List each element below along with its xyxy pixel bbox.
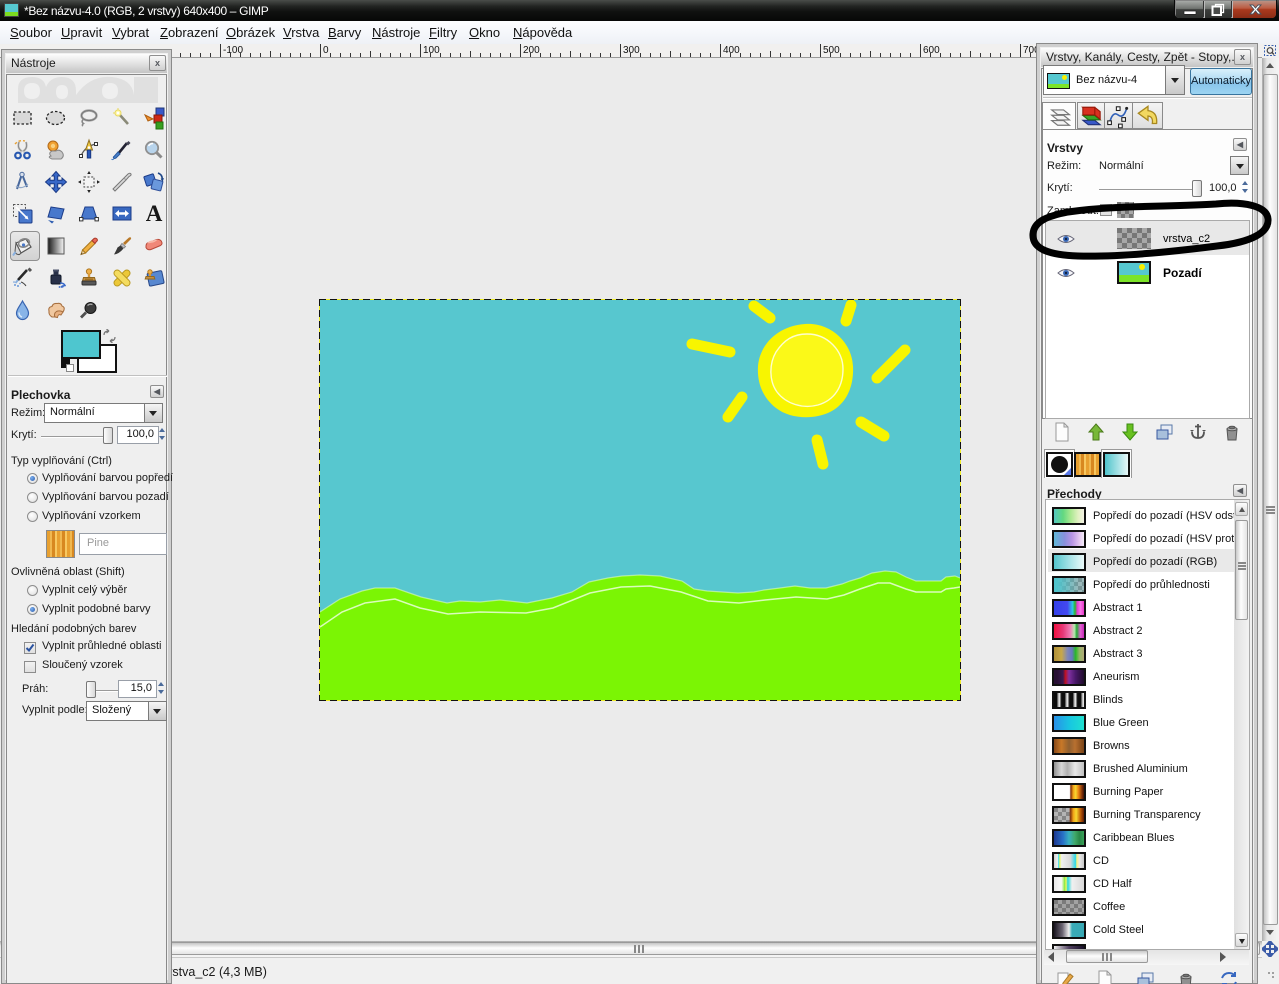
svg-text:A: A	[146, 202, 163, 226]
